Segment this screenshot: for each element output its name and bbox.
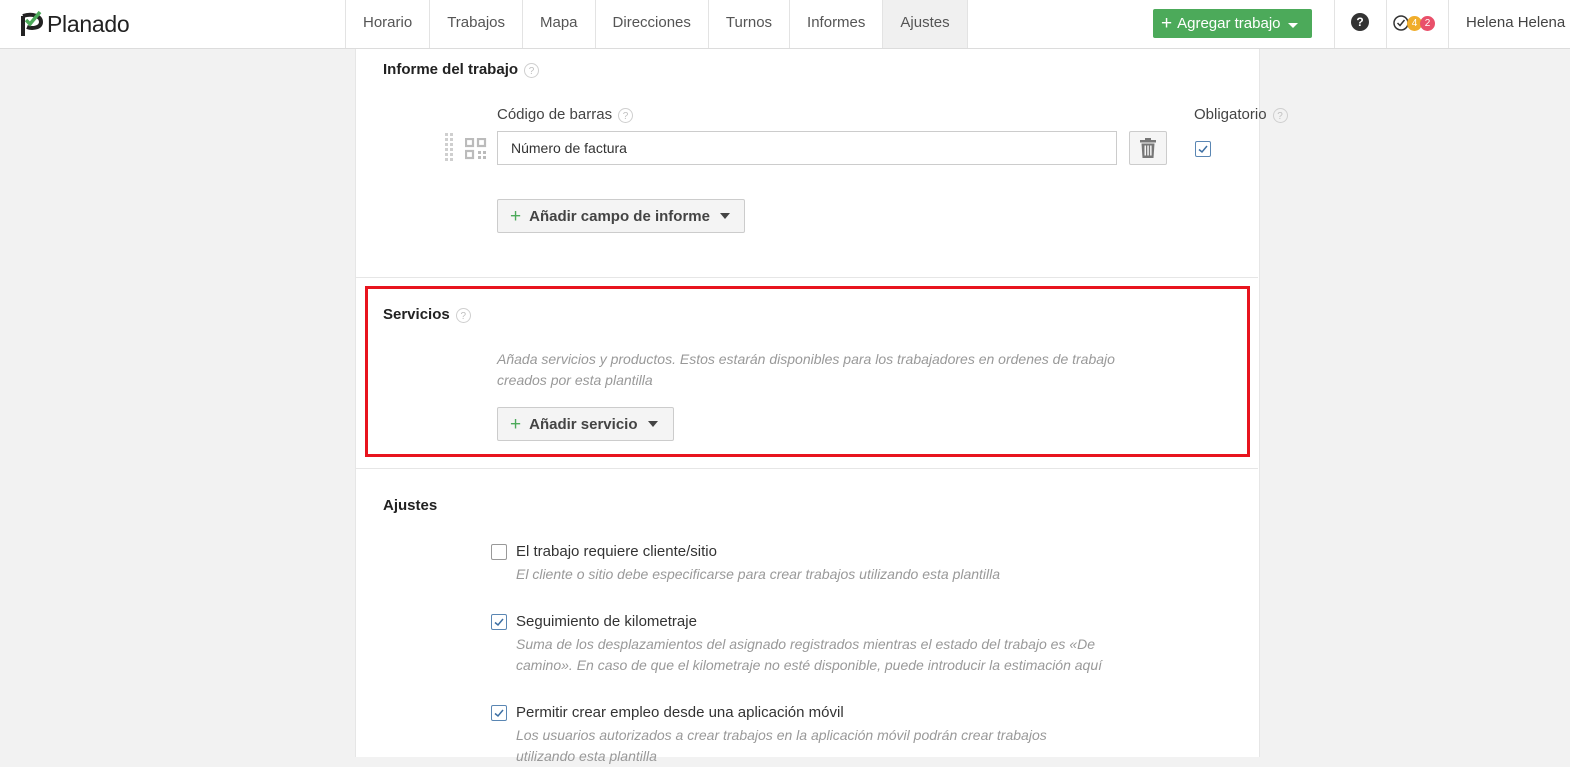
add-report-field-button[interactable]: + Añadir campo de informe	[497, 199, 745, 233]
nav-turnos[interactable]: Turnos	[709, 0, 791, 48]
mileage-tracking-label[interactable]: Seguimiento de kilometraje	[516, 613, 697, 630]
requires-client-checkbox[interactable]	[491, 544, 507, 560]
checkmark-icon	[1198, 145, 1208, 154]
help-circle-icon[interactable]: ?	[524, 62, 540, 78]
report-section-title: Informe del trabajo?	[383, 61, 540, 78]
report-field-name-input[interactable]	[497, 131, 1117, 165]
help-icon[interactable]: ?	[1351, 13, 1369, 31]
settings-section-title: Ajustes	[383, 497, 438, 514]
checkmark-icon	[494, 618, 504, 627]
header-divider	[1448, 0, 1449, 48]
required-column-label: Obligatorio?	[1194, 106, 1288, 123]
header-divider	[1334, 0, 1335, 48]
section-divider	[355, 468, 1258, 469]
services-highlight-frame	[365, 286, 1250, 457]
qr-code-icon	[465, 138, 487, 160]
requires-client-label[interactable]: El trabajo requiere cliente/sitio	[516, 543, 717, 560]
hint-line: Suma de los desplazamientos del asignado…	[516, 636, 1096, 652]
add-job-label: Agregar trabajo	[1177, 15, 1281, 32]
notifications-indicator[interactable]: 4 2	[1393, 13, 1435, 33]
barcode-label-text: Código de barras	[497, 106, 613, 123]
plus-icon: +	[1161, 13, 1173, 34]
hint-line: Los usuarios autorizados a crear trabajo…	[516, 727, 1047, 743]
help-circle-icon[interactable]: ?	[1272, 107, 1288, 123]
add-report-field-label: Añadir campo de informe	[529, 207, 710, 225]
nav-direcciones[interactable]: Direcciones	[596, 0, 709, 48]
mobile-create-checkbox[interactable]	[491, 705, 507, 721]
mileage-tracking-hint: Suma de los desplazamientos del asignado…	[516, 634, 1102, 676]
nav-informes[interactable]: Informes	[790, 0, 884, 48]
trash-icon	[1140, 138, 1156, 158]
nav-ajustes[interactable]: Ajustes	[883, 0, 968, 48]
requires-client-hint: El cliente o sitio debe especificarse pa…	[516, 564, 1000, 585]
drag-handle-icon[interactable]	[445, 133, 454, 163]
delete-field-button[interactable]	[1129, 131, 1167, 165]
checkmark-icon	[494, 709, 504, 718]
header-divider	[1386, 0, 1387, 48]
section-divider	[355, 277, 1258, 278]
nav-trabajos[interactable]: Trabajos	[430, 0, 523, 48]
top-bar: Planado Horario Trabajos Mapa Direccione…	[0, 0, 1570, 49]
mobile-create-hint: Los usuarios autorizados a crear trabajo…	[516, 725, 1047, 767]
chevron-down-icon	[1287, 22, 1298, 28]
hint-line: camino». En caso de que el kilometraje n…	[516, 657, 1103, 673]
barcode-field-label: Código de barras?	[497, 106, 634, 123]
mileage-tracking-checkbox[interactable]	[491, 614, 507, 630]
required-label-text: Obligatorio	[1194, 106, 1267, 123]
nav-horario[interactable]: Horario	[346, 0, 431, 48]
mobile-create-label[interactable]: Permitir crear empleo desde una aplicaci…	[516, 704, 844, 721]
required-checkbox[interactable]	[1195, 141, 1211, 157]
plus-icon: +	[510, 205, 522, 227]
user-menu[interactable]: Helena Helena	[1466, 0, 1565, 48]
logo-text: Planado	[47, 10, 130, 37]
status-badge-red: 2	[1420, 15, 1435, 31]
report-title-text: Informe del trabajo	[383, 61, 519, 78]
main-nav: Horario Trabajos Mapa Direcciones Turnos…	[345, 0, 968, 48]
help-circle-icon[interactable]: ?	[618, 107, 634, 123]
chevron-down-icon	[719, 213, 730, 219]
nav-mapa[interactable]: Mapa	[523, 0, 596, 48]
planado-logo-icon	[21, 10, 44, 36]
add-job-button[interactable]: + Agregar trabajo	[1153, 9, 1312, 38]
hint-line: El cliente o sitio debe especificarse pa…	[516, 566, 1001, 582]
planado-logo[interactable]: Planado	[20, 9, 130, 39]
